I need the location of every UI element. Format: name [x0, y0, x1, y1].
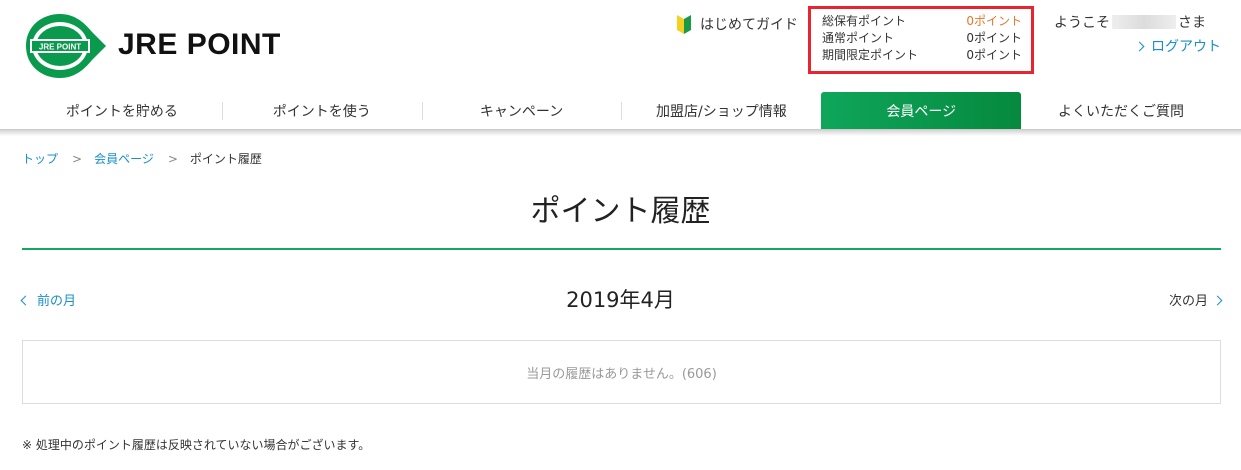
logout-link[interactable]: ログアウト — [1134, 36, 1221, 56]
breadcrumb-top[interactable]: トップ — [22, 152, 58, 166]
breadcrumb-current: ポイント履歴 — [189, 152, 262, 166]
empty-history-message: 当月の履歴はありません。(606) — [526, 366, 717, 382]
nav-use-points[interactable]: ポイントを使う — [221, 92, 422, 130]
brand-name: JRE POINT — [118, 28, 281, 61]
welcome-suffix: さま — [1178, 15, 1206, 31]
regular-points-value: 0ポイント — [966, 31, 1022, 45]
chevron-right-icon — [1134, 41, 1145, 52]
regular-points-row: 通常ポイント 0ポイント — [822, 30, 1022, 47]
nav-campaigns[interactable]: キャンペーン — [421, 92, 622, 130]
main-nav: ポイントを貯める ポイントを使う キャンペーン 加盟店/ショップ情報 会員ページ… — [22, 92, 1221, 130]
processing-note: ※ 処理中のポイント履歴は反映されていない場合がございます。 — [22, 438, 371, 452]
breadcrumb-member-page[interactable]: 会員ページ — [94, 152, 154, 166]
masked-username — [1112, 15, 1176, 29]
chevron-right-icon — [1212, 295, 1223, 306]
limited-points-value: 0ポイント — [966, 48, 1022, 62]
history-list: 当月の履歴はありません。(606) — [22, 340, 1221, 404]
beginner-mark-icon — [677, 15, 691, 34]
page-title: ポイント履歴 — [530, 194, 711, 229]
jre-logo-icon: JRE POINT — [26, 14, 106, 78]
breadcrumb-separator: > — [167, 152, 178, 166]
total-points-value: 0ポイント — [966, 14, 1022, 28]
nav-shadow — [0, 130, 1241, 136]
current-month: 2019年4月 — [566, 288, 675, 312]
breadcrumb: トップ > 会員ページ > ポイント履歴 — [22, 150, 262, 167]
points-summary: 総保有ポイント 0ポイント 通常ポイント 0ポイント 期間限定ポイント 0ポイン… — [808, 6, 1034, 74]
nav-earn-points[interactable]: ポイントを貯める — [22, 92, 222, 130]
logout-label: ログアウト — [1151, 39, 1221, 55]
total-points-label: 総保有ポイント — [822, 14, 907, 28]
limited-points-row: 期間限定ポイント 0ポイント — [822, 47, 1022, 64]
next-month-link[interactable]: 次の月 — [1168, 290, 1223, 309]
beginner-guide-link[interactable]: はじめてガイド — [676, 12, 798, 36]
breadcrumb-separator: > — [72, 152, 83, 166]
welcome-message: ようこそ さま — [1054, 12, 1206, 32]
regular-points-label: 通常ポイント — [822, 31, 895, 45]
svg-text:JRE POINT: JRE POINT — [39, 43, 81, 52]
nav-shops[interactable]: 加盟店/ショップ情報 — [621, 92, 821, 130]
nav-faq[interactable]: よくいただくご質問 — [1021, 92, 1221, 130]
title-underline — [22, 248, 1221, 250]
limited-points-label: 期間限定ポイント — [822, 48, 919, 62]
nav-member-page[interactable]: 会員ページ — [821, 92, 1022, 130]
next-month-label: 次の月 — [1168, 294, 1208, 309]
total-points-row: 総保有ポイント 0ポイント — [822, 13, 1022, 30]
brand-logo[interactable]: JRE POINT JRE POINT — [22, 12, 342, 80]
guide-label: はじめてガイド — [700, 17, 798, 33]
welcome-prefix: ようこそ — [1054, 15, 1110, 31]
